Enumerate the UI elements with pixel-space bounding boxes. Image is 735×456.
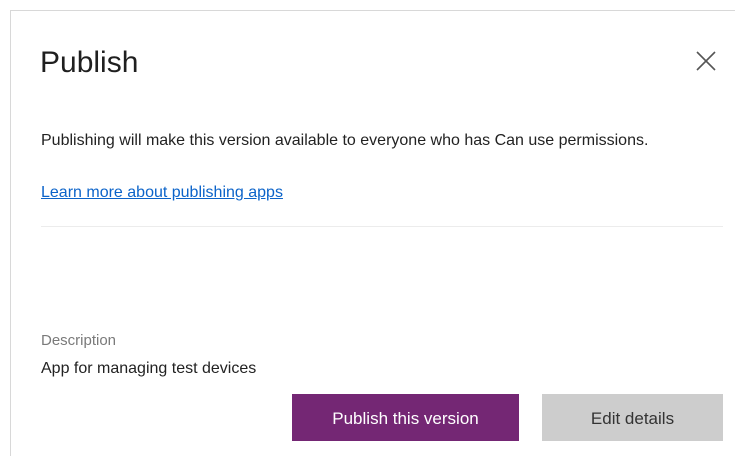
- publish-this-version-button[interactable]: Publish this version: [292, 394, 519, 441]
- learn-more-link[interactable]: Learn more about publishing apps: [41, 182, 283, 204]
- edit-details-button[interactable]: Edit details: [542, 394, 723, 441]
- close-icon: [693, 48, 719, 74]
- close-button[interactable]: [693, 48, 719, 74]
- divider: [41, 226, 723, 227]
- description-value: App for managing test devices: [41, 360, 257, 377]
- publish-message: Publishing will make this version availa…: [41, 132, 649, 149]
- description-label: Description: [41, 332, 117, 349]
- dialog-title: Publish: [40, 46, 139, 79]
- publish-dialog: Publish Publishing will make this versio…: [10, 10, 735, 456]
